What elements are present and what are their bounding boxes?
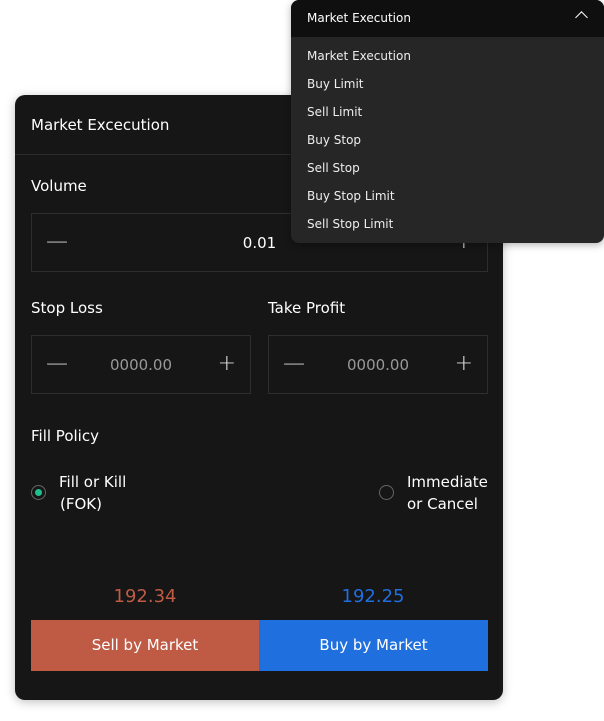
take-profit-stepper: — 0000.00 + [268,335,488,394]
fok-line1: Fill or Kill [59,473,127,491]
option-sell-stop-limit[interactable]: Sell Stop Limit [307,217,393,231]
buy-price: 192.25 [341,586,405,607]
option-buy-stop[interactable]: Buy Stop [307,133,361,147]
option-sell-stop[interactable]: Sell Stop [307,161,360,175]
dropdown-header[interactable]: Market Execution [291,0,604,37]
sell-price: 192.34 [113,586,177,607]
take-profit-label: Take Profit [268,299,346,317]
volume-label: Volume [31,177,87,195]
order-type-dropdown: Market Execution Market Execution Buy Li… [291,0,604,243]
stop-loss-label: Stop Loss [31,299,103,317]
option-market-execution[interactable]: Market Execution [307,49,411,63]
option-buy-limit[interactable]: Buy Limit [307,77,364,91]
fok-line2: (FOK) [60,495,102,513]
dropdown-selected: Market Execution [307,11,411,25]
increase-take-profit-button[interactable]: + [455,352,473,376]
fok-radio[interactable] [31,485,46,500]
buy-by-market-button[interactable]: Buy by Market [259,620,488,671]
chevron-up-icon[interactable] [575,11,588,24]
sell-by-market-button[interactable]: Sell by Market [31,620,259,671]
panel-title: Market Excecution [31,116,170,134]
stop-loss-stepper: — 0000.00 + [31,335,251,394]
increase-stop-loss-button[interactable]: + [218,352,236,376]
ioc-radio[interactable] [379,485,394,500]
ioc-label[interactable]: Immediate or Cancel [407,471,488,515]
option-buy-stop-limit[interactable]: Buy Stop Limit [307,189,395,203]
fill-policy-label: Fill Policy [31,427,99,445]
option-sell-limit[interactable]: Sell Limit [307,105,362,119]
ioc-line2: or Cancel [407,495,478,513]
ioc-line1: Immediate [407,473,488,491]
fok-label[interactable]: Fill or Kill (FOK) [59,471,126,515]
